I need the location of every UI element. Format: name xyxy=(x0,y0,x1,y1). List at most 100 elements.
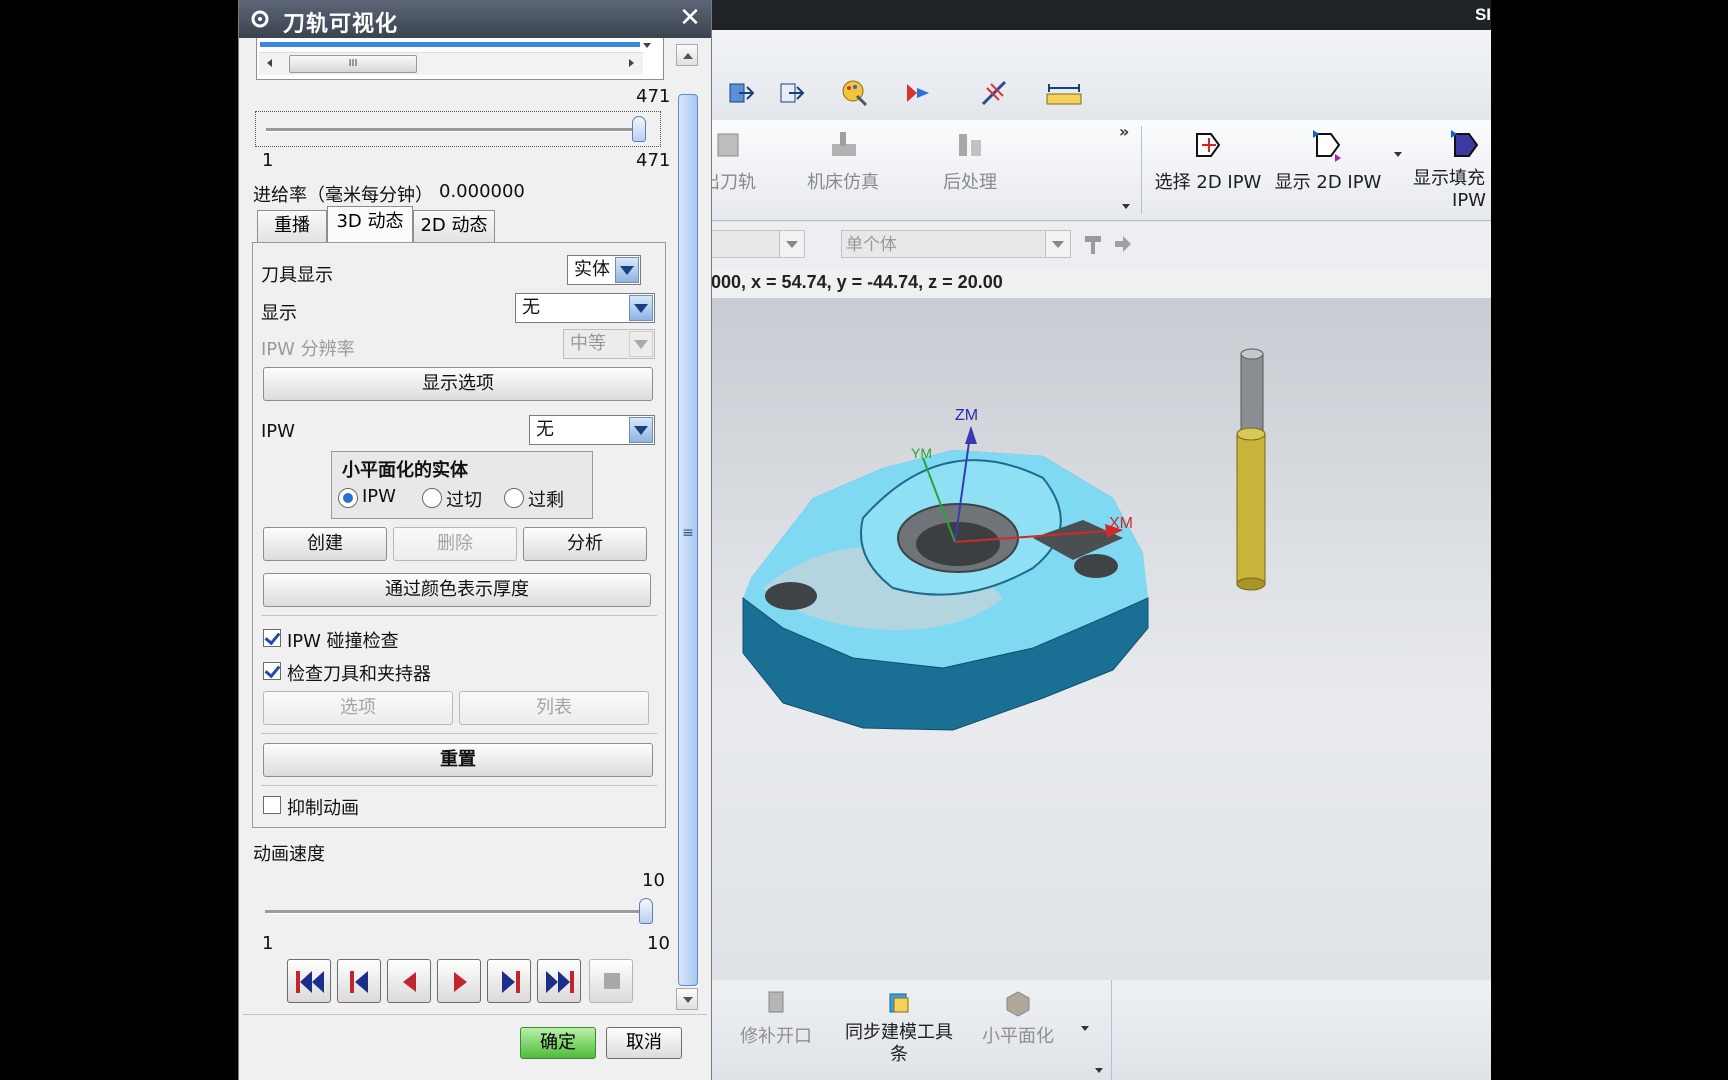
step-forward-button[interactable] xyxy=(487,959,531,1003)
paint-palette-icon[interactable] xyxy=(839,78,869,108)
ribbon-machine-simulation[interactable]: 机床仿真 xyxy=(803,128,883,194)
ribbon-group: 出刀轨 机床仿真 后处理 » 选择 2D IPW 显示 2D IPW 显示填充 … xyxy=(703,120,1491,221)
ipw-resolution-label: IPW 分辨率 xyxy=(261,339,355,360)
feed-rate-label: 进给率（毫米每分钟） xyxy=(253,185,433,206)
hscroll-thumb[interactable]: III xyxy=(289,55,417,73)
delete-button[interactable]: 删除 xyxy=(393,527,517,561)
play-button[interactable] xyxy=(437,959,481,1003)
analyze-button[interactable]: 分析 xyxy=(523,527,647,561)
ribbon-overflow-icon[interactable]: » xyxy=(1119,122,1129,141)
scope-filter-value: 单个体 xyxy=(846,235,897,255)
bottom-overflow-icon[interactable] xyxy=(1095,1068,1103,1073)
hscroll-grip: III xyxy=(348,58,358,69)
play-reverse-button[interactable] xyxy=(387,959,431,1003)
path-slider-track xyxy=(266,128,642,132)
scroll-thumb[interactable]: ≡ xyxy=(678,94,698,986)
scroll-down-button[interactable] xyxy=(676,988,698,1010)
postprocess-icon xyxy=(953,128,987,162)
skip-to-start-icon xyxy=(296,971,324,993)
btn-facetize[interactable]: 小平面化 xyxy=(973,988,1063,1048)
graphics-viewport[interactable]: ZM YM XM xyxy=(703,298,1491,980)
btn-sync-modeling-toolbar[interactable]: 同步建模工具 条 xyxy=(839,988,959,1066)
reset-button[interactable]: 重置 xyxy=(263,743,653,777)
radio-overcut-label: 过切 xyxy=(446,490,482,511)
dialog-vscrollbar[interactable]: ≡ xyxy=(676,44,700,1010)
speed-slider[interactable] xyxy=(259,896,659,928)
toolpath-visualization-dialog: 刀轨可视化 ✕ III 471 1 471 进给率（毫米每分钟） 0.00000… xyxy=(238,0,712,1080)
tab-label: 重播 xyxy=(274,215,310,236)
dialog-titlebar: 刀轨可视化 ✕ xyxy=(239,0,711,38)
path-slider[interactable] xyxy=(255,111,661,147)
options-button[interactable]: 选项 xyxy=(263,691,453,725)
ipw-resolution-value: 中等 xyxy=(570,333,606,354)
show-options-button[interactable]: 显示选项 xyxy=(263,367,653,401)
cancel-button[interactable]: 取消 xyxy=(606,1027,682,1059)
suppress-animation-checkbox[interactable] xyxy=(263,796,281,814)
ribbon-postprocess[interactable]: 后处理 xyxy=(933,128,1007,194)
arrow-right-icon[interactable] xyxy=(1113,234,1133,254)
operation-list[interactable]: III xyxy=(256,38,664,80)
display-dropdown[interactable]: 无 xyxy=(515,293,655,323)
scope-filter-combo[interactable]: 单个体 xyxy=(841,230,1071,258)
ribbon-show-fill-ipw[interactable]: 显示填充 IPW xyxy=(1403,128,1491,212)
chevron-left-icon[interactable] xyxy=(267,59,272,67)
status-coordinates: 000, x = 54.74, y = -44.74, z = 20.00 xyxy=(703,266,1491,298)
ribbon-show-2d-ipw[interactable]: 显示 2D IPW xyxy=(1273,128,1383,194)
thickness-by-color-button[interactable]: 通过颜色表示厚度 xyxy=(263,573,651,607)
type-filter-combo[interactable] xyxy=(703,230,805,258)
axis-ym-label: YM xyxy=(911,445,932,461)
tool-display-value: 实体 xyxy=(574,259,610,280)
speed-slider-thumb[interactable] xyxy=(639,898,653,924)
view-orient-icon[interactable] xyxy=(725,78,755,108)
snap-point-icon[interactable] xyxy=(979,78,1009,108)
btn-patch-opening[interactable]: 修补开口 xyxy=(731,988,821,1048)
ipw-resolution-dropdown[interactable]: 中等 xyxy=(563,329,655,359)
sync-modeling-icon xyxy=(884,988,914,1018)
ribbon-label: 选择 2D IPW xyxy=(1154,172,1262,193)
stop-button[interactable] xyxy=(589,959,633,1003)
button-label: 创建 xyxy=(307,533,343,554)
tool-display-label: 刀具显示 xyxy=(261,265,333,286)
create-button[interactable]: 创建 xyxy=(263,527,387,561)
path-slider-thumb[interactable] xyxy=(632,116,646,142)
bottom-more-arrow-icon[interactable] xyxy=(1081,1026,1089,1031)
chevron-down-icon xyxy=(629,331,653,357)
list-hscrollbar[interactable]: III xyxy=(259,52,643,75)
close-icon[interactable]: ✕ xyxy=(677,5,703,31)
ribbon-select-2d-ipw[interactable]: 选择 2D IPW xyxy=(1153,128,1263,194)
list-scroll-down-icon[interactable] xyxy=(643,43,651,48)
tab-2d-dynamic[interactable]: 2D 动态 xyxy=(413,210,495,242)
measure-distance-icon[interactable] xyxy=(1045,80,1083,110)
tab-panel-3d: 刀具显示 实体 显示 无 IPW 分辨率 中等 显示选项 IPW 无 小平面化的… xyxy=(252,242,666,828)
tab-3d-dynamic[interactable]: 3D 动态 xyxy=(327,206,413,243)
go-to-end-button[interactable] xyxy=(537,959,581,1003)
step-back-button[interactable] xyxy=(337,959,381,1003)
button-label: 确定 xyxy=(540,1032,576,1053)
radio-ipw[interactable] xyxy=(338,488,358,508)
tool-display-dropdown[interactable]: 实体 xyxy=(567,255,641,285)
render-style-icon[interactable] xyxy=(903,78,933,108)
speed-slider-min-label: 1 xyxy=(262,933,274,954)
radio-overcut[interactable] xyxy=(422,488,442,508)
section-view-icon[interactable] xyxy=(777,78,807,108)
ipw-collision-checkbox[interactable] xyxy=(263,629,281,647)
check-tool-holder-checkbox[interactable] xyxy=(263,662,281,680)
scroll-up-button[interactable] xyxy=(676,44,698,66)
go-to-start-button[interactable] xyxy=(287,959,331,1003)
chevron-right-icon[interactable] xyxy=(629,59,634,67)
quick-toolbar xyxy=(703,30,1491,120)
ribbon-output-toolpath[interactable]: 出刀轨 xyxy=(703,128,765,194)
pin-filter-icon[interactable] xyxy=(1081,232,1105,256)
ok-button[interactable]: 确定 xyxy=(520,1027,596,1059)
radio-excess[interactable] xyxy=(504,488,524,508)
ipw-dropdown[interactable]: 无 xyxy=(529,415,655,445)
coordinate-readout: 000, x = 54.74, y = -44.74, z = 20.00 xyxy=(711,272,1003,292)
tab-replay[interactable]: 重播 xyxy=(257,210,327,242)
gear-icon[interactable] xyxy=(249,8,271,30)
tab-label: 2D 动态 xyxy=(420,215,488,236)
ribbon-more-arrow-icon[interactable] xyxy=(1122,204,1130,209)
list-selected-row[interactable] xyxy=(260,42,640,47)
bottom-label-line2: 条 xyxy=(890,1044,908,1065)
list-button[interactable]: 列表 xyxy=(459,691,649,725)
show-2d-ipw-dropdown-icon[interactable] xyxy=(1394,152,1402,157)
